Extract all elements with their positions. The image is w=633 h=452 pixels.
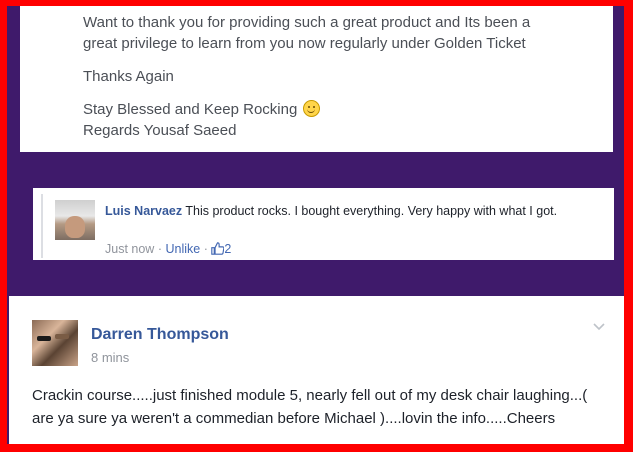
regards-line: Regards Yousaf Saeed [83,122,237,139]
thumbs-up-icon [211,242,225,255]
post-card: Darren Thompson 8 mins Crackin course...… [9,296,624,444]
like-count[interactable]: 2 [211,242,231,256]
comment: Luis Narvaez This product rocks. I bough… [33,188,614,260]
comment-text: This product rocks. I bought everything.… [185,204,558,218]
comment-timestamp[interactable]: Just now [105,242,154,256]
blessed-line: Stay Blessed and Keep Rocking [83,99,603,120]
avatar[interactable] [32,320,78,366]
post-author-link[interactable]: Darren Thompson [91,326,229,344]
message-card: Want to thank you for providing such a g… [20,6,613,152]
post-timestamp[interactable]: 8 mins [91,350,129,365]
feed-frame: Want to thank you for providing such a g… [7,6,624,444]
blessed-text: Stay Blessed and Keep Rocking [83,101,298,118]
message-text: Want to thank you for providing such a g… [83,12,603,141]
comment-thread-bar [41,194,43,258]
meta-separator: · [203,242,208,256]
avatar[interactable] [55,200,95,240]
smile-emoji-icon [303,100,321,117]
message-line-1: Want to thank you for providing such a g… [83,14,531,31]
comment-meta: Just now · Unlike · 2 [105,242,231,256]
like-count-value: 2 [224,242,232,256]
meta-separator: · [157,242,162,256]
thanks-line: Thanks Again [83,68,174,85]
chevron-down-icon[interactable] [592,320,606,334]
unlike-link[interactable]: Unlike [165,242,200,256]
comment-author-link[interactable]: Luis Narvaez [105,204,182,218]
post-body: Crackin course.....just finished module … [32,387,588,427]
message-line-2: great privilege to learn from you now re… [83,35,526,52]
comment-body: Luis Narvaez This product rocks. I bough… [105,202,605,220]
